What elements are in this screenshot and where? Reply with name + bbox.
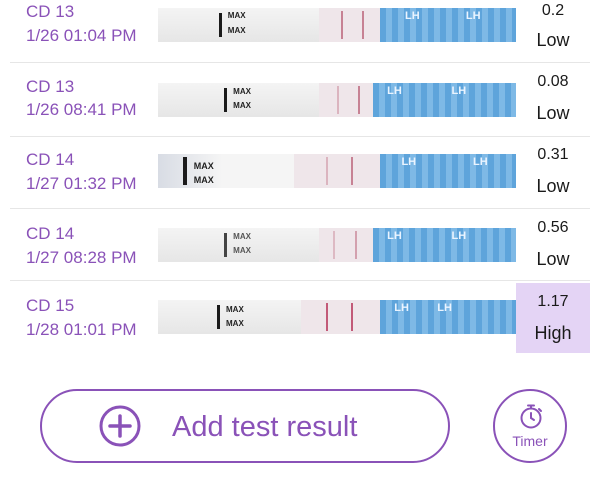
test-strip-photo: MAX MAX LH LH xyxy=(158,83,516,117)
plus-circle-icon xyxy=(99,405,141,447)
strip-brand-label: LH xyxy=(387,230,402,242)
strip-max-label: MAX xyxy=(233,232,251,241)
timer-label: Timer xyxy=(512,433,548,449)
result-level: Low xyxy=(536,30,570,50)
test-entry-row[interactable]: CD 15 1/28 01:01 PM MAX MAX LH LH 1.17 H… xyxy=(10,280,590,354)
result-level: Low xyxy=(536,176,570,196)
strip-max-label: MAX xyxy=(193,161,214,171)
strip-brand-label: LH xyxy=(401,156,417,168)
result-level: High xyxy=(534,323,572,343)
test-strip-photo: MAX MAX LH LH xyxy=(158,228,516,262)
strip-max-label: MAX xyxy=(226,319,244,328)
test-entry-row[interactable]: CD 14 1/27 01:32 PM MAX MAX LH LH 0.31 L… xyxy=(10,136,590,209)
strip-max-label: MAX xyxy=(233,101,251,110)
result-level: Low xyxy=(536,249,570,269)
strip-brand-label: LH xyxy=(451,85,467,97)
strip-brand-label: LH xyxy=(451,230,467,242)
cycle-day-label: CD 13 xyxy=(26,2,75,21)
result-value: 0.56 xyxy=(537,219,569,236)
strip-max-label: MAX xyxy=(193,175,214,185)
test-strip-photo: MAX MAX LH LH xyxy=(158,154,516,188)
test-strip-photo: MAX MAX LH LH xyxy=(158,8,516,42)
result-level: Low xyxy=(536,103,570,123)
add-test-result-button[interactable]: Add test result xyxy=(40,389,450,463)
result-value: 0.31 xyxy=(537,146,569,163)
cycle-day-label: CD 14 xyxy=(26,150,75,169)
strip-brand-label: LH xyxy=(387,85,402,97)
strip-brand-label: LH xyxy=(405,10,420,22)
timer-button[interactable]: Timer xyxy=(493,389,567,463)
strip-brand-label: LH xyxy=(437,302,452,314)
strip-brand-label: LH xyxy=(465,10,481,22)
test-datetime: 1/26 01:04 PM xyxy=(26,26,137,45)
result-box-high: 1.17 High xyxy=(516,283,590,353)
stopwatch-icon xyxy=(520,404,542,429)
result-box: 0.56 Low xyxy=(516,208,590,278)
strip-max-label: MAX xyxy=(227,11,246,20)
strip-max-label: MAX xyxy=(227,26,246,35)
test-datetime: 1/27 08:28 PM xyxy=(26,248,137,267)
test-entry-row[interactable]: CD 13 1/26 01:04 PM MAX MAX LH LH 0.2 Lo… xyxy=(10,0,590,63)
cycle-day-label: CD 14 xyxy=(26,224,75,243)
strip-max-label: MAX xyxy=(226,305,244,314)
test-datetime: 1/28 01:01 PM xyxy=(26,320,137,339)
test-datetime: 1/26 08:41 PM xyxy=(26,100,137,119)
test-strip-photo: MAX MAX LH LH xyxy=(158,300,516,334)
result-box: 0.08 Low xyxy=(516,62,590,134)
result-box: 0.31 Low xyxy=(516,136,590,206)
result-value: 1.17 xyxy=(537,293,569,310)
cycle-day-label: CD 15 xyxy=(26,296,75,315)
test-datetime: 1/27 01:32 PM xyxy=(26,174,137,193)
add-test-result-label: Add test result xyxy=(172,411,358,443)
cycle-day-label: CD 13 xyxy=(26,77,75,96)
strip-brand-label: LH xyxy=(473,156,488,168)
result-box: 0.2 Low xyxy=(516,0,590,58)
strip-brand-label: LH xyxy=(394,302,409,314)
strip-max-label: MAX xyxy=(233,246,251,255)
test-entry-row[interactable]: CD 14 1/27 08:28 PM MAX MAX LH LH 0.56 L… xyxy=(10,208,590,281)
result-value: 0.2 xyxy=(541,2,565,19)
strip-max-label: MAX xyxy=(233,87,251,96)
test-entry-row[interactable]: CD 13 1/26 08:41 PM MAX MAX LH LH 0.08 L… xyxy=(10,62,590,137)
result-value: 0.08 xyxy=(537,73,569,90)
